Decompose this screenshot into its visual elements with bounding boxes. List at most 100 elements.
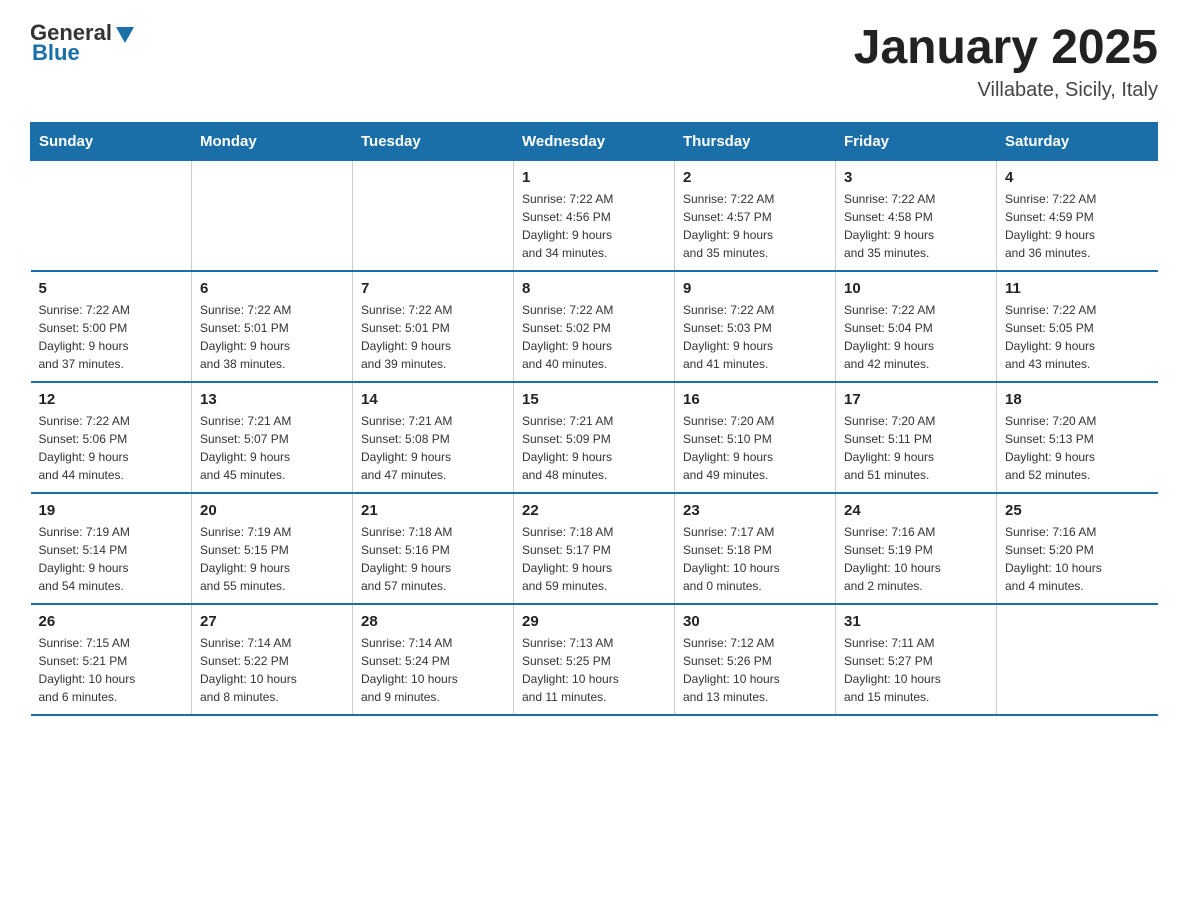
calendar-cell: 18 Sunrise: 7:20 AM Sunset: 5:13 PM Dayli… bbox=[997, 382, 1158, 493]
day-info: Sunrise: 7:22 AM Sunset: 5:06 PM Dayligh… bbox=[39, 412, 184, 484]
day-number: 17 bbox=[844, 391, 988, 408]
day-info: Sunrise: 7:22 AM Sunset: 5:05 PM Dayligh… bbox=[1005, 301, 1150, 373]
calendar-cell: 12 Sunrise: 7:22 AM Sunset: 5:06 PM Dayli… bbox=[31, 382, 192, 493]
weekday-header-friday: Friday bbox=[836, 123, 997, 161]
day-number: 15 bbox=[522, 391, 666, 408]
day-number: 30 bbox=[683, 613, 827, 630]
day-number: 23 bbox=[683, 502, 827, 519]
day-info: Sunrise: 7:22 AM Sunset: 4:56 PM Dayligh… bbox=[522, 190, 666, 262]
day-info: Sunrise: 7:21 AM Sunset: 5:09 PM Dayligh… bbox=[522, 412, 666, 484]
day-info: Sunrise: 7:22 AM Sunset: 5:04 PM Dayligh… bbox=[844, 301, 988, 373]
day-info: Sunrise: 7:14 AM Sunset: 5:24 PM Dayligh… bbox=[361, 634, 505, 706]
calendar-cell: 31 Sunrise: 7:11 AM Sunset: 5:27 PM Dayli… bbox=[836, 604, 997, 715]
calendar-title: January 2025 bbox=[854, 20, 1158, 75]
day-number: 31 bbox=[844, 613, 988, 630]
calendar-cell: 19 Sunrise: 7:19 AM Sunset: 5:14 PM Dayli… bbox=[31, 493, 192, 604]
weekday-header-monday: Monday bbox=[192, 123, 353, 161]
day-number: 5 bbox=[39, 280, 184, 297]
calendar-cell: 4 Sunrise: 7:22 AM Sunset: 4:59 PM Daylig… bbox=[997, 161, 1158, 272]
day-number: 19 bbox=[39, 502, 184, 519]
calendar-cell: 24 Sunrise: 7:16 AM Sunset: 5:19 PM Dayli… bbox=[836, 493, 997, 604]
calendar-week-row: 12 Sunrise: 7:22 AM Sunset: 5:06 PM Dayli… bbox=[31, 382, 1158, 493]
day-info: Sunrise: 7:19 AM Sunset: 5:14 PM Dayligh… bbox=[39, 523, 184, 595]
day-info: Sunrise: 7:22 AM Sunset: 5:01 PM Dayligh… bbox=[200, 301, 344, 373]
calendar-cell: 10Sunrise: 7:22 AM Sunset: 5:04 PM Dayli… bbox=[836, 271, 997, 382]
calendar-cell: 16Sunrise: 7:20 AM Sunset: 5:10 PM Dayli… bbox=[675, 382, 836, 493]
calendar-cell: 25 Sunrise: 7:16 AM Sunset: 5:20 PM Dayli… bbox=[997, 493, 1158, 604]
calendar-cell: 27Sunrise: 7:14 AM Sunset: 5:22 PM Dayli… bbox=[192, 604, 353, 715]
calendar-cell: 29 Sunrise: 7:13 AM Sunset: 5:25 PM Dayli… bbox=[514, 604, 675, 715]
day-number: 25 bbox=[1005, 502, 1150, 519]
calendar-cell bbox=[997, 604, 1158, 715]
calendar-header-row: SundayMondayTuesdayWednesdayThursdayFrid… bbox=[31, 123, 1158, 161]
day-number: 14 bbox=[361, 391, 505, 408]
day-info: Sunrise: 7:22 AM Sunset: 4:59 PM Dayligh… bbox=[1005, 190, 1150, 262]
day-info: Sunrise: 7:20 AM Sunset: 5:11 PM Dayligh… bbox=[844, 412, 988, 484]
day-info: Sunrise: 7:22 AM Sunset: 5:01 PM Dayligh… bbox=[361, 301, 505, 373]
calendar-cell: 3 Sunrise: 7:22 AM Sunset: 4:58 PM Daylig… bbox=[836, 161, 997, 272]
weekday-header-saturday: Saturday bbox=[997, 123, 1158, 161]
calendar-cell: 30 Sunrise: 7:12 AM Sunset: 5:26 PM Dayli… bbox=[675, 604, 836, 715]
calendar-cell: 17 Sunrise: 7:20 AM Sunset: 5:11 PM Dayli… bbox=[836, 382, 997, 493]
calendar-cell: 2Sunrise: 7:22 AM Sunset: 4:57 PM Daylig… bbox=[675, 161, 836, 272]
day-number: 20 bbox=[200, 502, 344, 519]
calendar-cell bbox=[192, 161, 353, 272]
day-number: 6 bbox=[200, 280, 344, 297]
logo-triangle-icon bbox=[114, 23, 136, 45]
day-info: Sunrise: 7:22 AM Sunset: 5:00 PM Dayligh… bbox=[39, 301, 184, 373]
day-info: Sunrise: 7:15 AM Sunset: 5:21 PM Dayligh… bbox=[39, 634, 184, 706]
day-info: Sunrise: 7:22 AM Sunset: 5:03 PM Dayligh… bbox=[683, 301, 827, 373]
day-info: Sunrise: 7:11 AM Sunset: 5:27 PM Dayligh… bbox=[844, 634, 988, 706]
day-info: Sunrise: 7:22 AM Sunset: 4:58 PM Dayligh… bbox=[844, 190, 988, 262]
day-info: Sunrise: 7:16 AM Sunset: 5:20 PM Dayligh… bbox=[1005, 523, 1150, 595]
day-number: 4 bbox=[1005, 169, 1150, 186]
day-info: Sunrise: 7:20 AM Sunset: 5:13 PM Dayligh… bbox=[1005, 412, 1150, 484]
day-number: 13 bbox=[200, 391, 344, 408]
day-number: 24 bbox=[844, 502, 988, 519]
calendar-cell: 9 Sunrise: 7:22 AM Sunset: 5:03 PM Daylig… bbox=[675, 271, 836, 382]
day-number: 29 bbox=[522, 613, 666, 630]
calendar-cell: 8Sunrise: 7:22 AM Sunset: 5:02 PM Daylig… bbox=[514, 271, 675, 382]
day-number: 1 bbox=[522, 169, 666, 186]
calendar-subtitle: Villabate, Sicily, Italy bbox=[854, 79, 1158, 102]
calendar-cell: 5 Sunrise: 7:22 AM Sunset: 5:00 PM Daylig… bbox=[31, 271, 192, 382]
day-info: Sunrise: 7:13 AM Sunset: 5:25 PM Dayligh… bbox=[522, 634, 666, 706]
calendar-cell: 20 Sunrise: 7:19 AM Sunset: 5:15 PM Dayli… bbox=[192, 493, 353, 604]
day-info: Sunrise: 7:19 AM Sunset: 5:15 PM Dayligh… bbox=[200, 523, 344, 595]
day-info: Sunrise: 7:17 AM Sunset: 5:18 PM Dayligh… bbox=[683, 523, 827, 595]
day-number: 22 bbox=[522, 502, 666, 519]
calendar-cell: 11 Sunrise: 7:22 AM Sunset: 5:05 PM Dayli… bbox=[997, 271, 1158, 382]
calendar-cell: 14Sunrise: 7:21 AM Sunset: 5:08 PM Dayli… bbox=[353, 382, 514, 493]
day-number: 9 bbox=[683, 280, 827, 297]
weekday-header-tuesday: Tuesday bbox=[353, 123, 514, 161]
day-number: 12 bbox=[39, 391, 184, 408]
calendar-cell: 1 Sunrise: 7:22 AM Sunset: 4:56 PM Daylig… bbox=[514, 161, 675, 272]
calendar-cell: 6 Sunrise: 7:22 AM Sunset: 5:01 PM Daylig… bbox=[192, 271, 353, 382]
day-number: 7 bbox=[361, 280, 505, 297]
day-info: Sunrise: 7:22 AM Sunset: 5:02 PM Dayligh… bbox=[522, 301, 666, 373]
day-info: Sunrise: 7:18 AM Sunset: 5:17 PM Dayligh… bbox=[522, 523, 666, 595]
day-number: 3 bbox=[844, 169, 988, 186]
logo: General Blue bbox=[30, 20, 136, 66]
weekday-header-thursday: Thursday bbox=[675, 123, 836, 161]
day-number: 26 bbox=[39, 613, 184, 630]
day-info: Sunrise: 7:18 AM Sunset: 5:16 PM Dayligh… bbox=[361, 523, 505, 595]
day-number: 27 bbox=[200, 613, 344, 630]
logo-text-blue: Blue bbox=[32, 40, 80, 66]
day-number: 28 bbox=[361, 613, 505, 630]
title-block: January 2025 Villabate, Sicily, Italy bbox=[854, 20, 1158, 102]
day-info: Sunrise: 7:21 AM Sunset: 5:07 PM Dayligh… bbox=[200, 412, 344, 484]
weekday-header-wednesday: Wednesday bbox=[514, 123, 675, 161]
calendar-cell bbox=[31, 161, 192, 272]
day-number: 11 bbox=[1005, 280, 1150, 297]
calendar-cell: 23 Sunrise: 7:17 AM Sunset: 5:18 PM Dayli… bbox=[675, 493, 836, 604]
calendar-cell: 26 Sunrise: 7:15 AM Sunset: 5:21 PM Dayli… bbox=[31, 604, 192, 715]
day-info: Sunrise: 7:22 AM Sunset: 4:57 PM Dayligh… bbox=[683, 190, 827, 262]
calendar-cell: 22 Sunrise: 7:18 AM Sunset: 5:17 PM Dayli… bbox=[514, 493, 675, 604]
weekday-header-sunday: Sunday bbox=[31, 123, 192, 161]
calendar-cell: 21Sunrise: 7:18 AM Sunset: 5:16 PM Dayli… bbox=[353, 493, 514, 604]
day-info: Sunrise: 7:16 AM Sunset: 5:19 PM Dayligh… bbox=[844, 523, 988, 595]
day-number: 18 bbox=[1005, 391, 1150, 408]
day-info: Sunrise: 7:12 AM Sunset: 5:26 PM Dayligh… bbox=[683, 634, 827, 706]
calendar-week-row: 5 Sunrise: 7:22 AM Sunset: 5:00 PM Daylig… bbox=[31, 271, 1158, 382]
